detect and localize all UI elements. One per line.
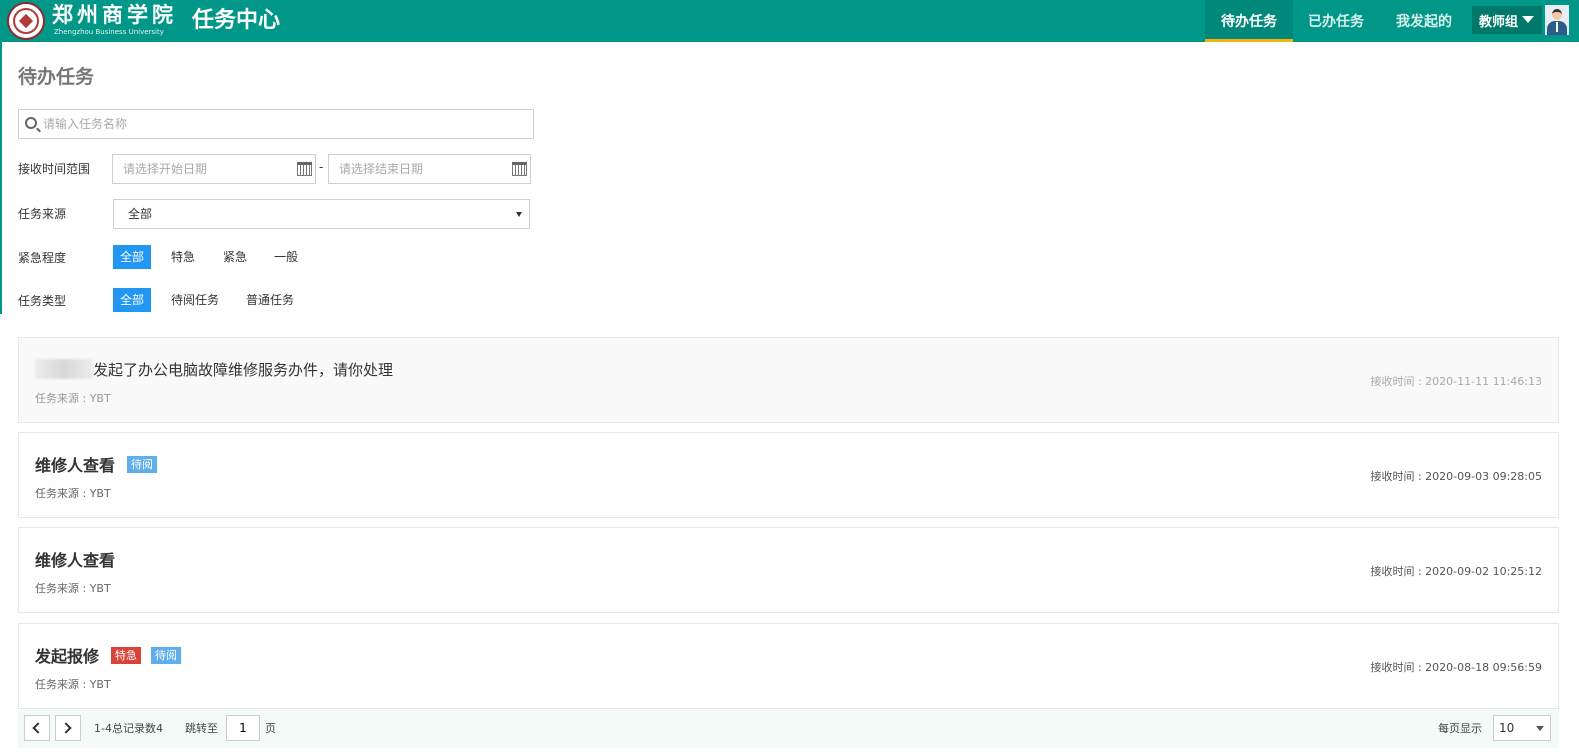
urgency-option-critical[interactable]: 特急 [171,245,195,269]
user-role-dropdown[interactable]: 教师组 [1472,6,1542,34]
per-page-value: 10 [1499,721,1515,735]
calendar-icon[interactable] [297,162,312,176]
date-range-label: 接收时间范围 [18,162,91,176]
avatar-icon[interactable] [1545,5,1569,35]
task-received-time: 接收时间 : 2020-11-11 11:46:13 [1370,375,1542,388]
top-nav: 待办任务 已办任务 我发起的 [1205,0,1469,42]
university-name-en: Zhengzhou Business University [54,28,164,36]
task-received-time: 接收时间 : 2020-08-18 09:56:59 [1370,661,1542,674]
task-source-value: 全部 [128,207,153,221]
page-title: 待办任务 [18,66,95,88]
task-card[interactable]: 发起报修 特急 待阅 任务来源 : YBT 接收时间 : 2020-08-18 … [18,623,1559,709]
task-title: 维修人查看 [35,551,116,570]
type-option-to-read[interactable]: 待阅任务 [171,288,219,312]
university-name: 郑州商学院 [52,2,177,27]
nav-my-initiated[interactable]: 我发起的 [1379,0,1469,42]
start-date-input[interactable] [123,155,283,183]
per-page-label: 每页显示 [1438,722,1482,735]
to-read-tag: 待阅 [127,455,158,473]
urgency-option-all[interactable]: 全部 [113,245,152,269]
task-type-filter: 全部 待阅任务 普通任务 [113,288,294,312]
calendar-icon[interactable] [512,162,527,176]
record-summary: 1-4总记录数4 [94,722,163,735]
task-source: 任务来源 : YBT [35,487,111,500]
task-received-time: 接收时间 : 2020-09-03 09:28:05 [1370,470,1542,483]
chevron-right-icon [60,722,72,734]
urgency-label: 紧急程度 [18,251,67,265]
task-search-input[interactable] [43,110,523,138]
top-header: 郑州商学院 Zhengzhou Business University 任务中心… [0,0,1579,42]
task-card[interactable]: 维修人查看 任务来源 : YBT 接收时间 : 2020-09-02 10:25… [18,527,1559,613]
chevron-down-icon [1536,726,1544,731]
task-title: 发起了办公电脑故障维修服务办件，请你处理 [93,360,394,379]
user-role-label: 教师组 [1479,14,1519,30]
university-seal-logo [7,2,45,40]
task-title: 维修人查看 [35,456,116,475]
date-separator: - [319,160,324,174]
type-option-regular[interactable]: 普通任务 [246,288,294,312]
task-received-time: 接收时间 : 2020-09-02 10:25:12 [1370,565,1542,578]
next-page-button[interactable] [55,715,81,741]
redacted-name [35,359,93,379]
critical-tag: 特急 [111,646,142,664]
jump-to-label: 跳转至 [185,722,218,735]
select-arrow-icon [516,212,522,217]
task-search-box [18,109,534,139]
prev-page-button[interactable] [24,715,50,741]
end-date-input[interactable] [339,155,499,183]
caret-down-icon [1522,16,1534,23]
page-number-input[interactable] [226,715,260,741]
task-source: 任务来源 : YBT [35,392,111,405]
page-unit-label: 页 [265,722,276,735]
task-source-label: 任务来源 [18,207,67,221]
nav-todo-tasks[interactable]: 待办任务 [1205,0,1293,42]
task-type-label: 任务类型 [18,294,67,308]
start-date-field[interactable] [112,154,316,184]
per-page-select[interactable]: 10 [1493,715,1551,741]
urgency-option-urgent[interactable]: 紧急 [223,245,247,269]
task-source-select[interactable]: 全部 [113,199,530,229]
chevron-left-icon [32,722,44,734]
task-source: 任务来源 : YBT [35,678,111,691]
to-read-tag: 待阅 [151,646,182,664]
search-icon [25,117,37,129]
urgency-option-normal[interactable]: 一般 [274,245,298,269]
urgency-filter: 全部 特急 紧急 一般 [113,245,298,269]
task-card[interactable]: 发起了办公电脑故障维修服务办件，请你处理 任务来源 : YBT 接收时间 : 2… [18,337,1559,423]
task-card[interactable]: 维修人查看 待阅 任务来源 : YBT 接收时间 : 2020-09-03 09… [18,432,1559,518]
end-date-field[interactable] [328,154,531,184]
left-accent-rule [0,42,2,314]
task-source: 任务来源 : YBT [35,582,111,595]
pagination-bar: 1-4总记录数4 跳转至 页 每页显示 10 [18,710,1559,748]
app-title: 任务中心 [192,8,281,33]
task-title: 发起报修 [35,647,100,666]
nav-done-tasks[interactable]: 已办任务 [1293,0,1379,42]
type-option-all[interactable]: 全部 [113,288,152,312]
